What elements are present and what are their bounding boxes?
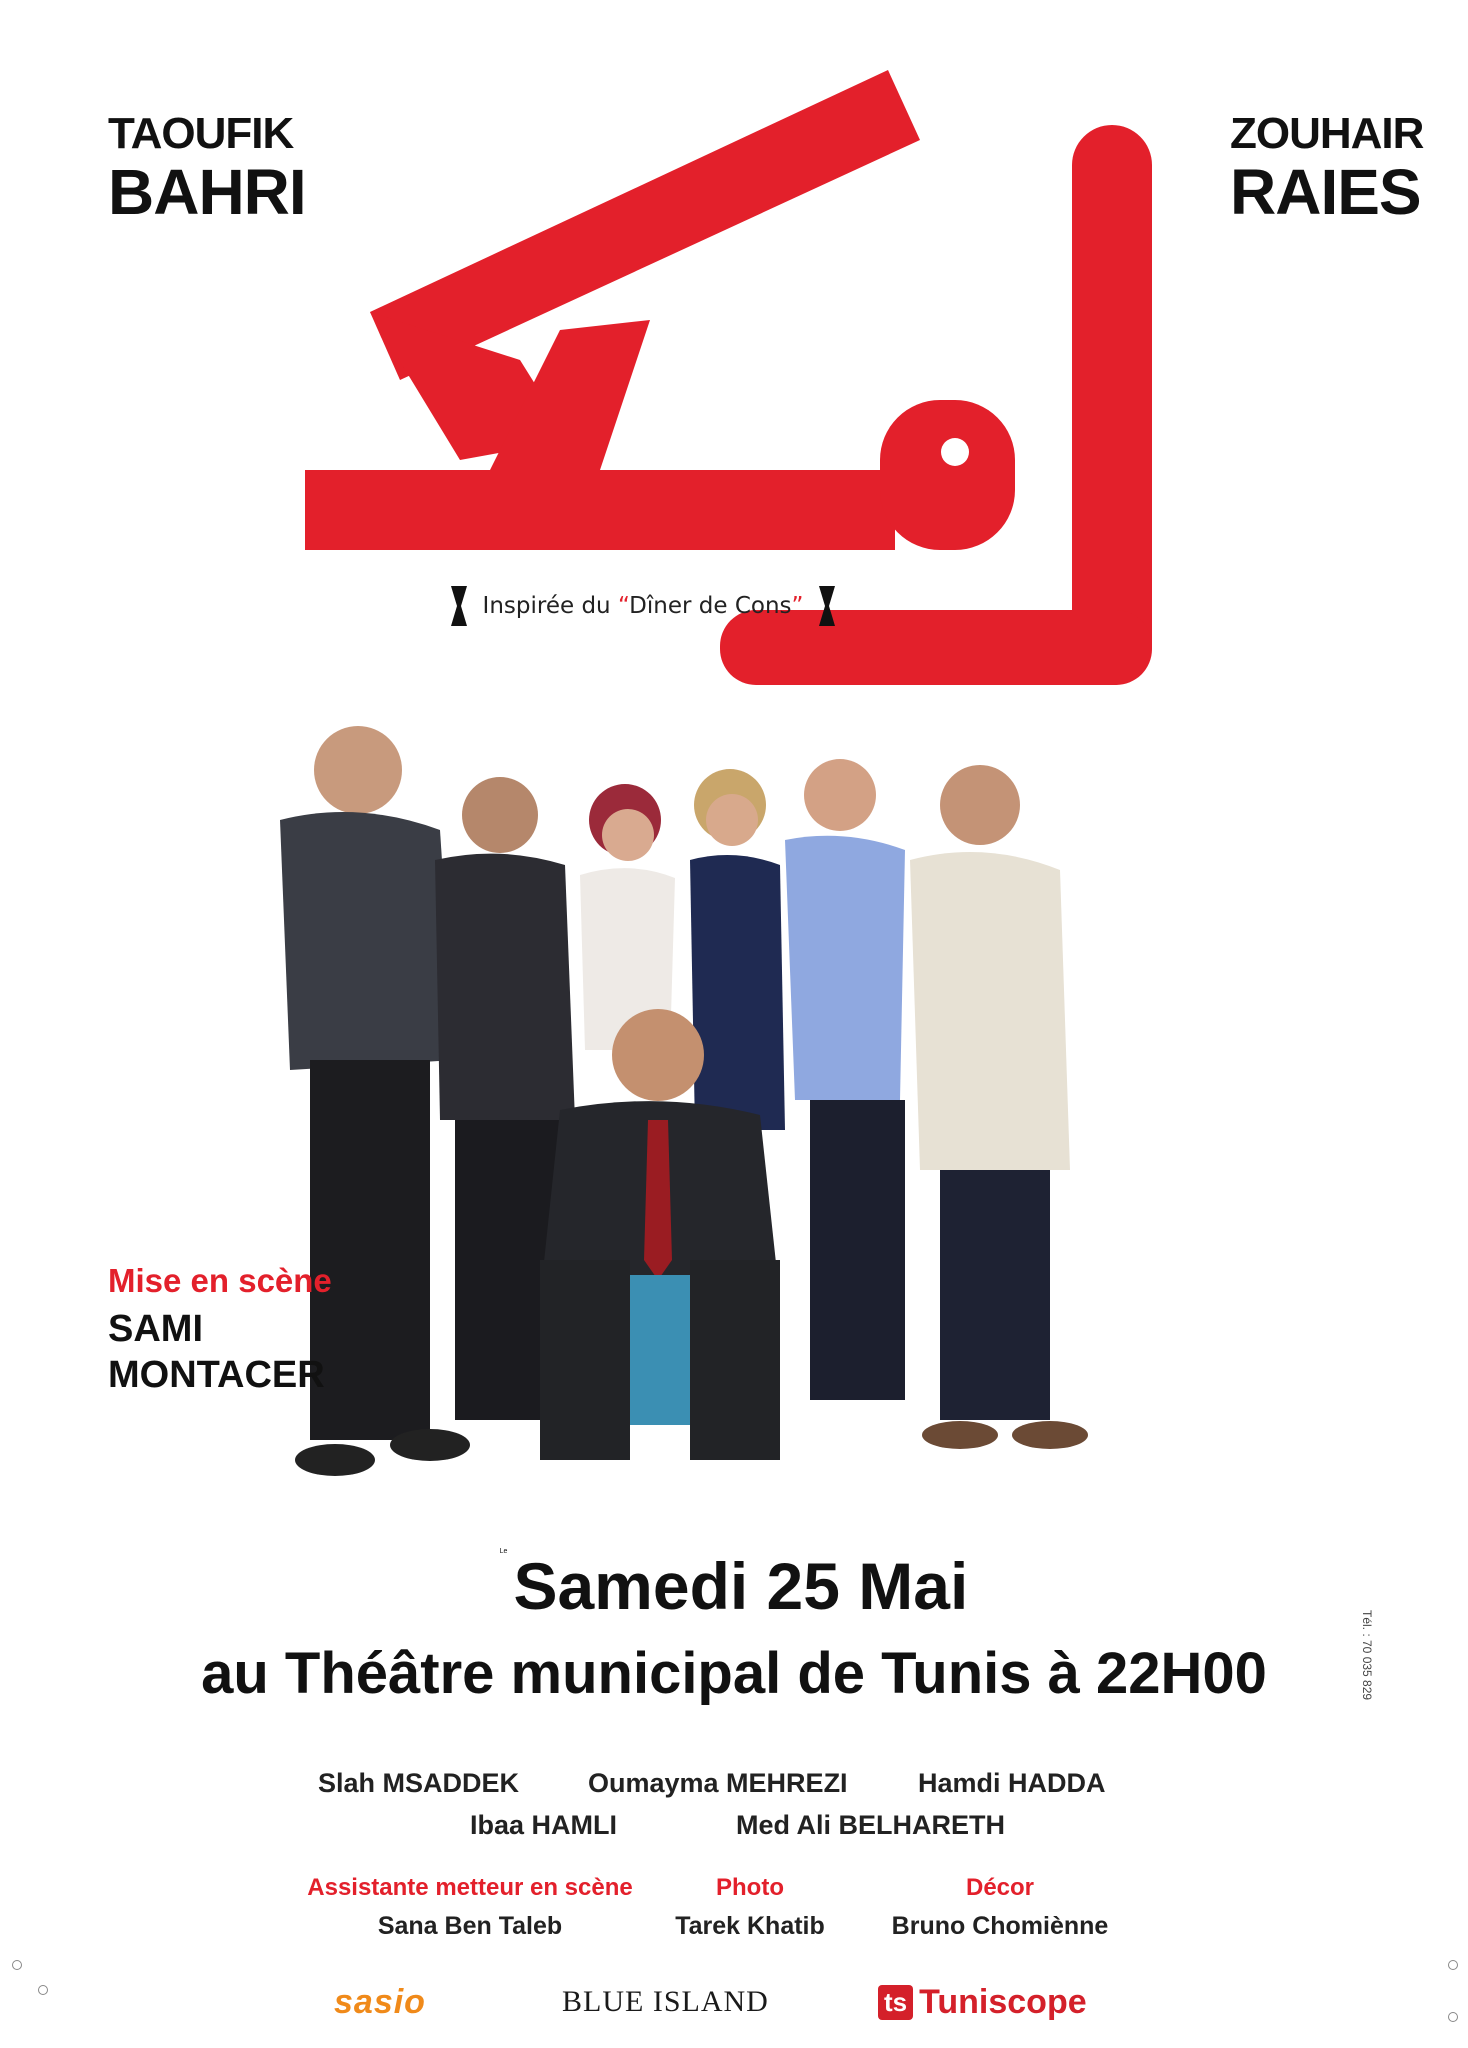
director-first-name: SAMI bbox=[108, 1308, 203, 1350]
registration-mark-right bbox=[1448, 1960, 1458, 1970]
logo-loop-hole bbox=[941, 438, 969, 466]
registration-mark-left bbox=[12, 1960, 22, 1970]
director-block: Mise en scène SAMI MONTACER bbox=[108, 1262, 332, 1398]
cast-name-2: Oumayma MEHREZI bbox=[588, 1768, 848, 1798]
cast-figure-5 bbox=[785, 759, 905, 1400]
cast-name-3: Hamdi HADDA bbox=[918, 1768, 1106, 1798]
right-brace-icon bbox=[819, 586, 836, 626]
event-date: Le Samedi 25 Mai bbox=[0, 1548, 1468, 1624]
left-brace-icon bbox=[450, 586, 467, 626]
tuniscope-badge: ts bbox=[878, 1984, 914, 2020]
director-last-name: MONTACER bbox=[108, 1354, 325, 1396]
cast-figure-4 bbox=[690, 769, 785, 1130]
crew-role-3: Décor bbox=[965, 1874, 1035, 1901]
cast-name-1: Slah MSADDEK bbox=[318, 1768, 520, 1798]
tagline-title: Dîner de Cons bbox=[629, 593, 792, 619]
event-date-text: Samedi 25 Mai bbox=[513, 1549, 969, 1623]
tagline: Inspirée du “Dîner de Cons” bbox=[418, 580, 868, 632]
director-role: Mise en scène bbox=[108, 1262, 332, 1299]
crew-name-3: Bruno Chomiènne bbox=[891, 1912, 1109, 1940]
cast-group-photo bbox=[280, 726, 1088, 1476]
tagline-quote-open: “ bbox=[617, 593, 630, 619]
sponsor-sasio-logo: sasio bbox=[334, 1982, 426, 2021]
cast-name-4: Ibaa HAMLI bbox=[470, 1810, 618, 1840]
sponsor-tuniscope-logo: ts Tuniscope bbox=[878, 1980, 1087, 2024]
tagline-prefix: Inspirée du bbox=[482, 593, 618, 619]
tagline-quote-close: ” bbox=[791, 593, 804, 619]
crew-name-1: Sana Ben Taleb bbox=[377, 1912, 563, 1940]
registration-mark-right-2 bbox=[1448, 2012, 1458, 2022]
date-small-mark: Le bbox=[499, 1548, 508, 1555]
crew-role-2: Photo bbox=[716, 1874, 784, 1901]
crew-name-2: Tarek Khatib bbox=[675, 1912, 825, 1940]
crew-role-1: Assistante metteur en scène bbox=[307, 1874, 633, 1901]
registration-mark-left-2 bbox=[38, 1985, 48, 1995]
event-venue: au Théâtre municipal de Tunis à 22H00 bbox=[201, 1641, 1267, 1706]
tuniscope-wordmark: Tuniscope bbox=[919, 1982, 1087, 2021]
printer-note: Tél. : 70 035 829 bbox=[1360, 1610, 1374, 1701]
tagline-text: Inspirée du “Dîner de Cons” bbox=[483, 593, 804, 619]
cast-name-5: Med Ali BELHARETH bbox=[736, 1810, 1005, 1840]
sponsor-blue-island-logo: BLUE ISLAND bbox=[562, 1985, 769, 2018]
cast-figure-6 bbox=[910, 765, 1088, 1449]
